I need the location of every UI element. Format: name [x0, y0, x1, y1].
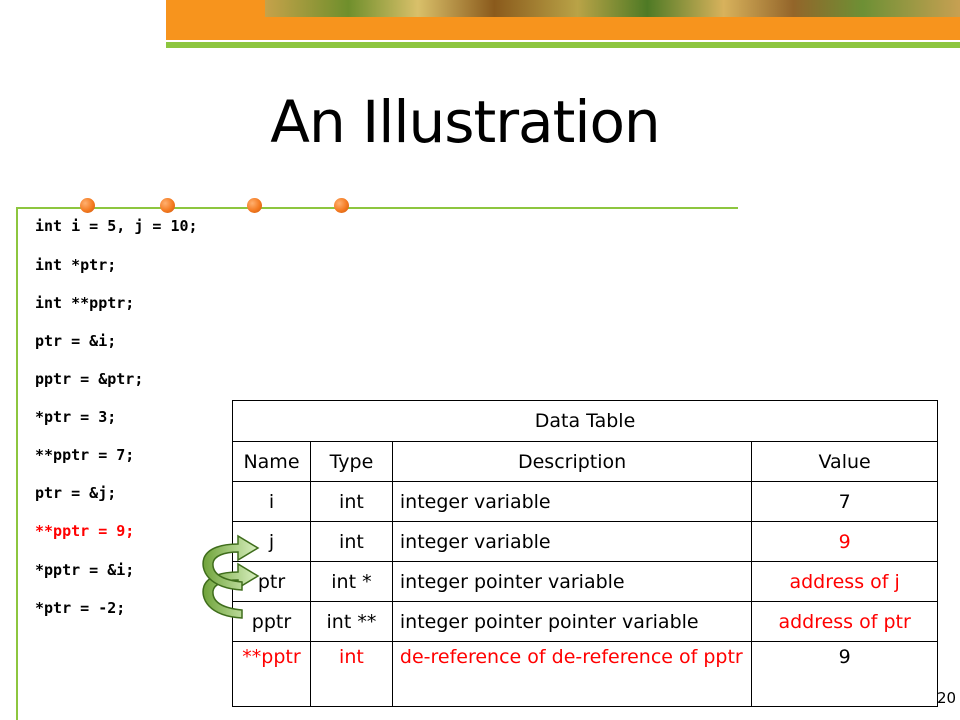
code-line: ptr = &i;	[35, 332, 117, 350]
cell-type: int	[309, 521, 393, 562]
banner-photo-strip	[265, 0, 960, 17]
cell-description: de-reference of de-reference of pptr	[391, 641, 753, 707]
bullet-dot-icon	[80, 198, 95, 213]
cell-name: **pptr	[232, 641, 311, 707]
cell-name: i	[232, 481, 311, 522]
table-header-row: Name Type Description Value	[232, 441, 938, 482]
cell-description: integer variable	[391, 521, 753, 562]
cell-description: integer pointer pointer variable	[391, 601, 753, 642]
cell-type: int *	[309, 561, 393, 602]
code-line: **pptr = 7;	[35, 446, 135, 464]
code-line: *ptr = -2;	[35, 599, 126, 617]
cell-value: address of ptr	[751, 601, 938, 642]
code-line: *ptr = 3;	[35, 408, 117, 426]
code-line: int *ptr;	[35, 256, 117, 274]
code-line: int **pptr;	[35, 294, 135, 312]
cell-value: 9	[751, 521, 938, 562]
cell-value: address of j	[751, 561, 938, 602]
code-line: int i = 5, j = 10;	[35, 217, 198, 235]
cell-description: integer variable	[391, 481, 753, 522]
header-description: Description	[391, 441, 753, 482]
table-row: i int integer variable 7	[232, 481, 938, 522]
cell-type: int **	[309, 601, 393, 642]
frame-left-line	[16, 208, 18, 720]
table-row: pptr int ** integer pointer pointer vari…	[232, 601, 938, 642]
cell-value: 7	[751, 481, 938, 522]
header-value: Value	[751, 441, 938, 482]
code-line: ptr = &j;	[35, 484, 117, 502]
page-number: 20	[937, 689, 957, 707]
pointer-arrows	[202, 534, 260, 619]
cell-type: int	[309, 481, 393, 522]
table-row: ptr int * integer pointer variable addre…	[232, 561, 938, 602]
cell-type: int	[309, 641, 393, 707]
code-line: *pptr = &i;	[35, 561, 135, 579]
code-line: pptr = &ptr;	[35, 370, 144, 388]
slide-title: An Illustration	[270, 88, 660, 156]
table-caption: Data Table	[232, 400, 938, 442]
cell-description: integer pointer variable	[391, 561, 753, 602]
code-line-highlighted: **pptr = 9;	[35, 522, 135, 540]
header-name: Name	[232, 441, 311, 482]
bullet-dot-icon	[160, 198, 175, 213]
header-type: Type	[309, 441, 393, 482]
table-row: **pptr int de-reference of de-reference …	[232, 641, 938, 707]
bullet-dot-icon	[247, 198, 262, 213]
banner-green-line	[166, 42, 960, 48]
data-table: Data Table Name Type Description Value i…	[232, 400, 938, 707]
table-row: j int integer variable 9	[232, 521, 938, 562]
bullet-dot-icon	[334, 198, 349, 213]
cell-value: 9	[751, 641, 938, 707]
frame-top-line	[16, 207, 738, 209]
